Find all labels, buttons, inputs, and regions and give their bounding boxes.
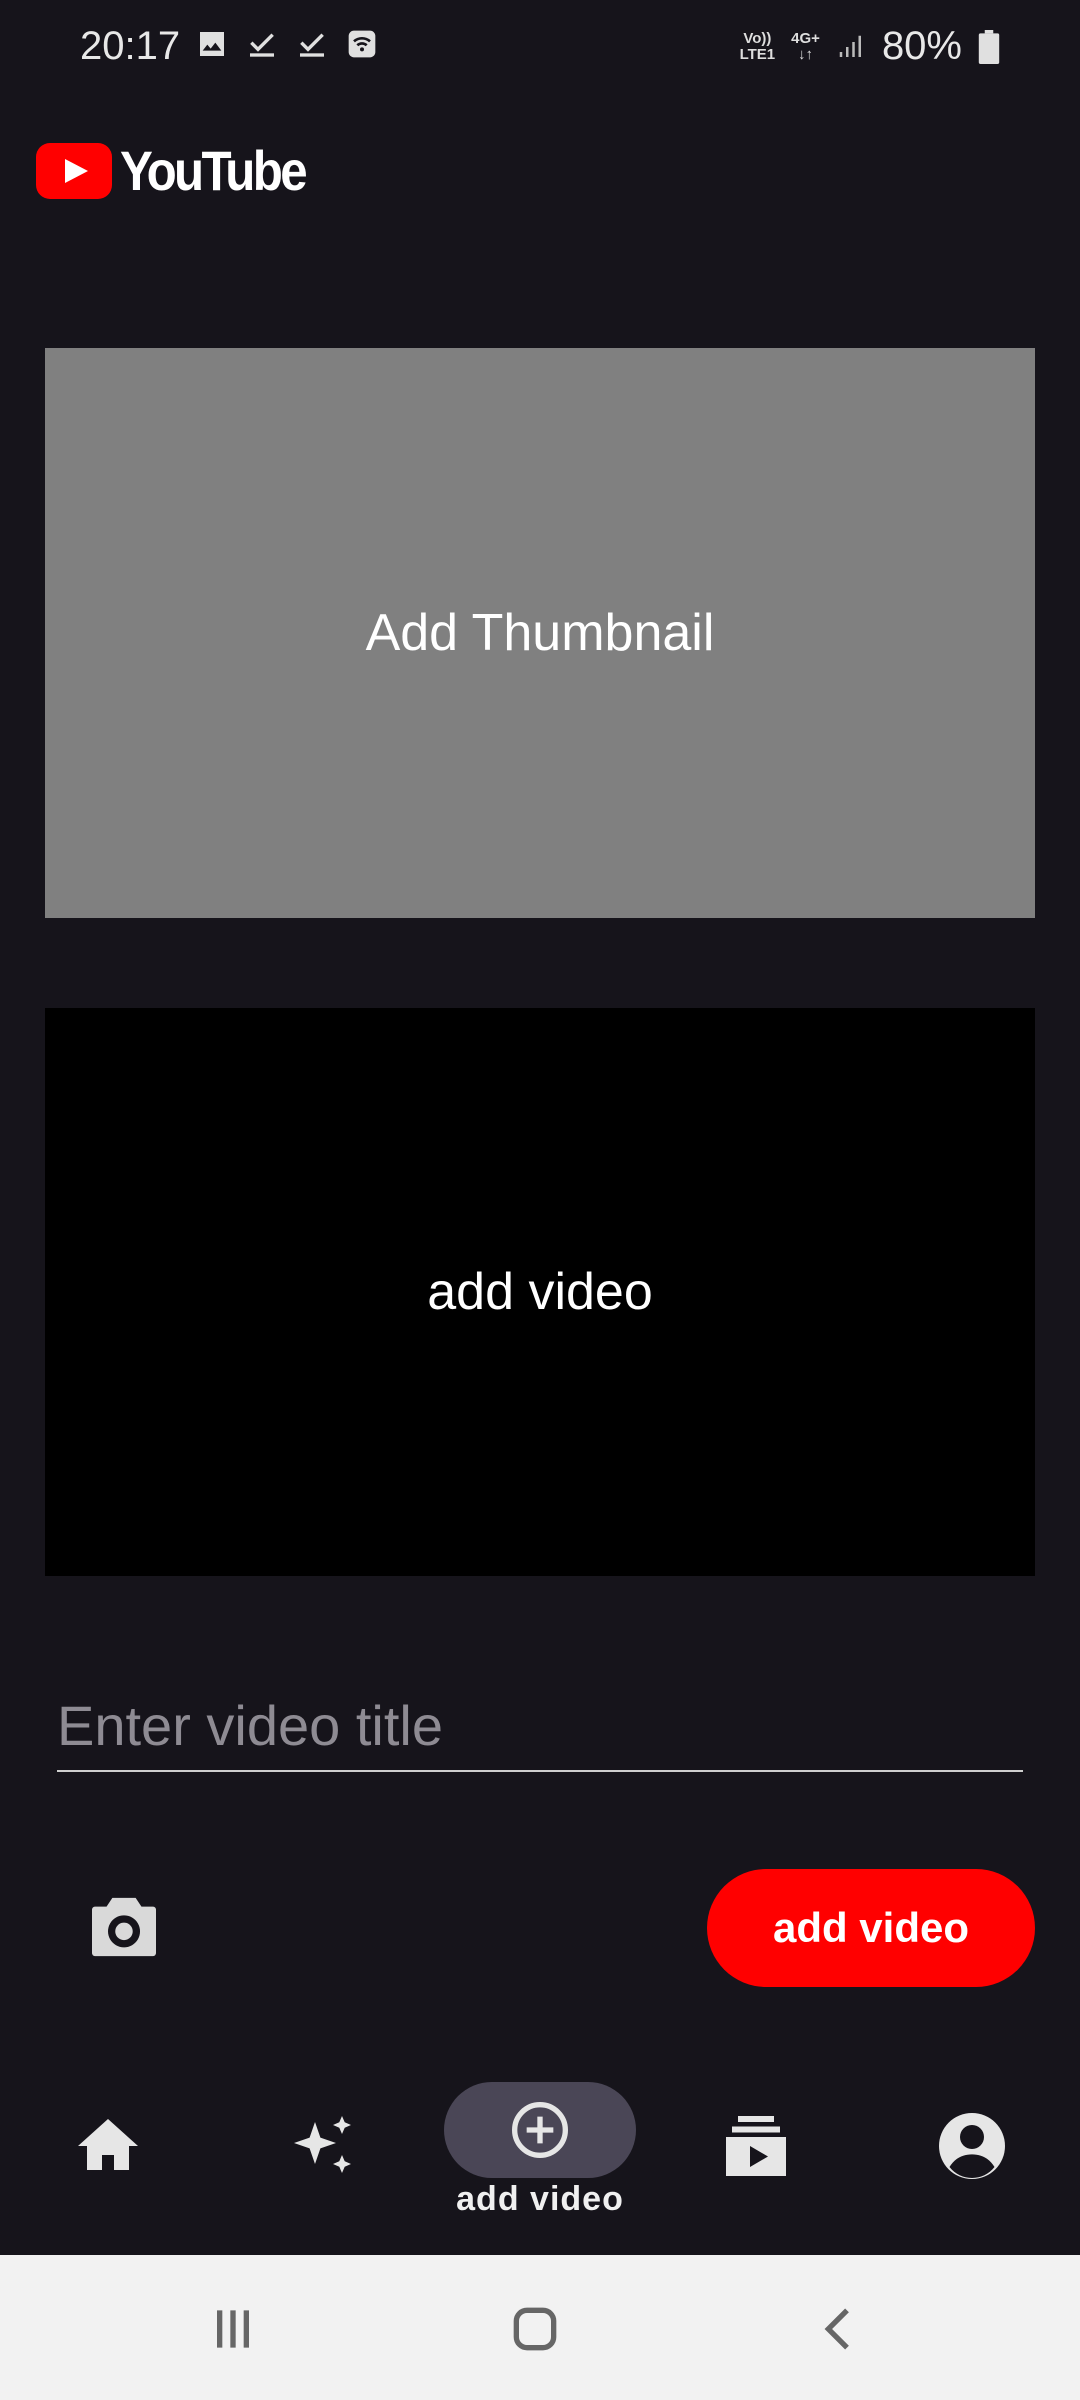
nav-item-home[interactable]	[0, 2060, 216, 2255]
add-thumbnail-area[interactable]: Add Thumbnail	[45, 348, 1035, 918]
volte-indicator: Vo)) LTE1	[739, 29, 776, 63]
nav-item-account[interactable]	[864, 2060, 1080, 2255]
add-circle-icon	[512, 2102, 568, 2158]
bottom-navigation: add video	[0, 2060, 1080, 2255]
subscriptions-icon	[726, 2116, 786, 2176]
gallery-icon	[200, 32, 224, 56]
add-video-label: add video	[427, 1263, 653, 1321]
sparkle-icon	[294, 2116, 351, 2173]
battery-percent: 80%	[881, 24, 962, 68]
home-outline-icon[interactable]	[500, 2297, 570, 2361]
signal-icon	[839, 35, 861, 57]
nav-label-add-video: add video	[456, 2180, 624, 2218]
nav-active-pill	[444, 2082, 636, 2178]
task-done-icon	[250, 33, 274, 57]
status-right: Vo)) LTE1 4G+ ↓↑ 80%	[740, 24, 1000, 69]
video-title-input[interactable]	[57, 1680, 1023, 1772]
add-video-button[interactable]: add video	[707, 1869, 1035, 1987]
volte-bottom: LTE1	[739, 45, 776, 63]
account-icon	[939, 2113, 1005, 2179]
task-done-icon	[300, 33, 324, 57]
data-arrows-icon: ↓↑	[798, 45, 814, 63]
youtube-play-icon	[36, 142, 112, 199]
system-navigation-bar	[0, 2255, 1080, 2400]
nav-item-explore[interactable]	[216, 2060, 432, 2255]
notification-icons	[196, 28, 378, 60]
camera-icon[interactable]	[88, 1895, 160, 1959]
status-bar: 20:17 Vo)) LTE1 4G+ ↓↑ 80%	[0, 0, 1080, 100]
volte-top: Vo))	[743, 29, 772, 47]
status-time: 20:17	[80, 24, 181, 68]
wifi-calling-icon	[348, 30, 376, 58]
recents-icon[interactable]	[198, 2297, 268, 2361]
network-indicator: 4G+ ↓↑	[791, 29, 820, 63]
back-icon[interactable]	[804, 2297, 874, 2361]
battery-icon	[978, 29, 1000, 64]
home-icon	[78, 2119, 138, 2170]
nav-item-add-video[interactable]: add video	[432, 2060, 648, 2255]
youtube-logo[interactable]: YouTube	[36, 138, 330, 203]
network-type: 4G+	[791, 29, 820, 47]
youtube-wordmark: YouTube	[120, 139, 308, 202]
add-thumbnail-label: Add Thumbnail	[365, 604, 715, 662]
nav-item-subscriptions[interactable]	[648, 2060, 864, 2255]
add-video-area[interactable]: add video	[45, 1008, 1035, 1576]
